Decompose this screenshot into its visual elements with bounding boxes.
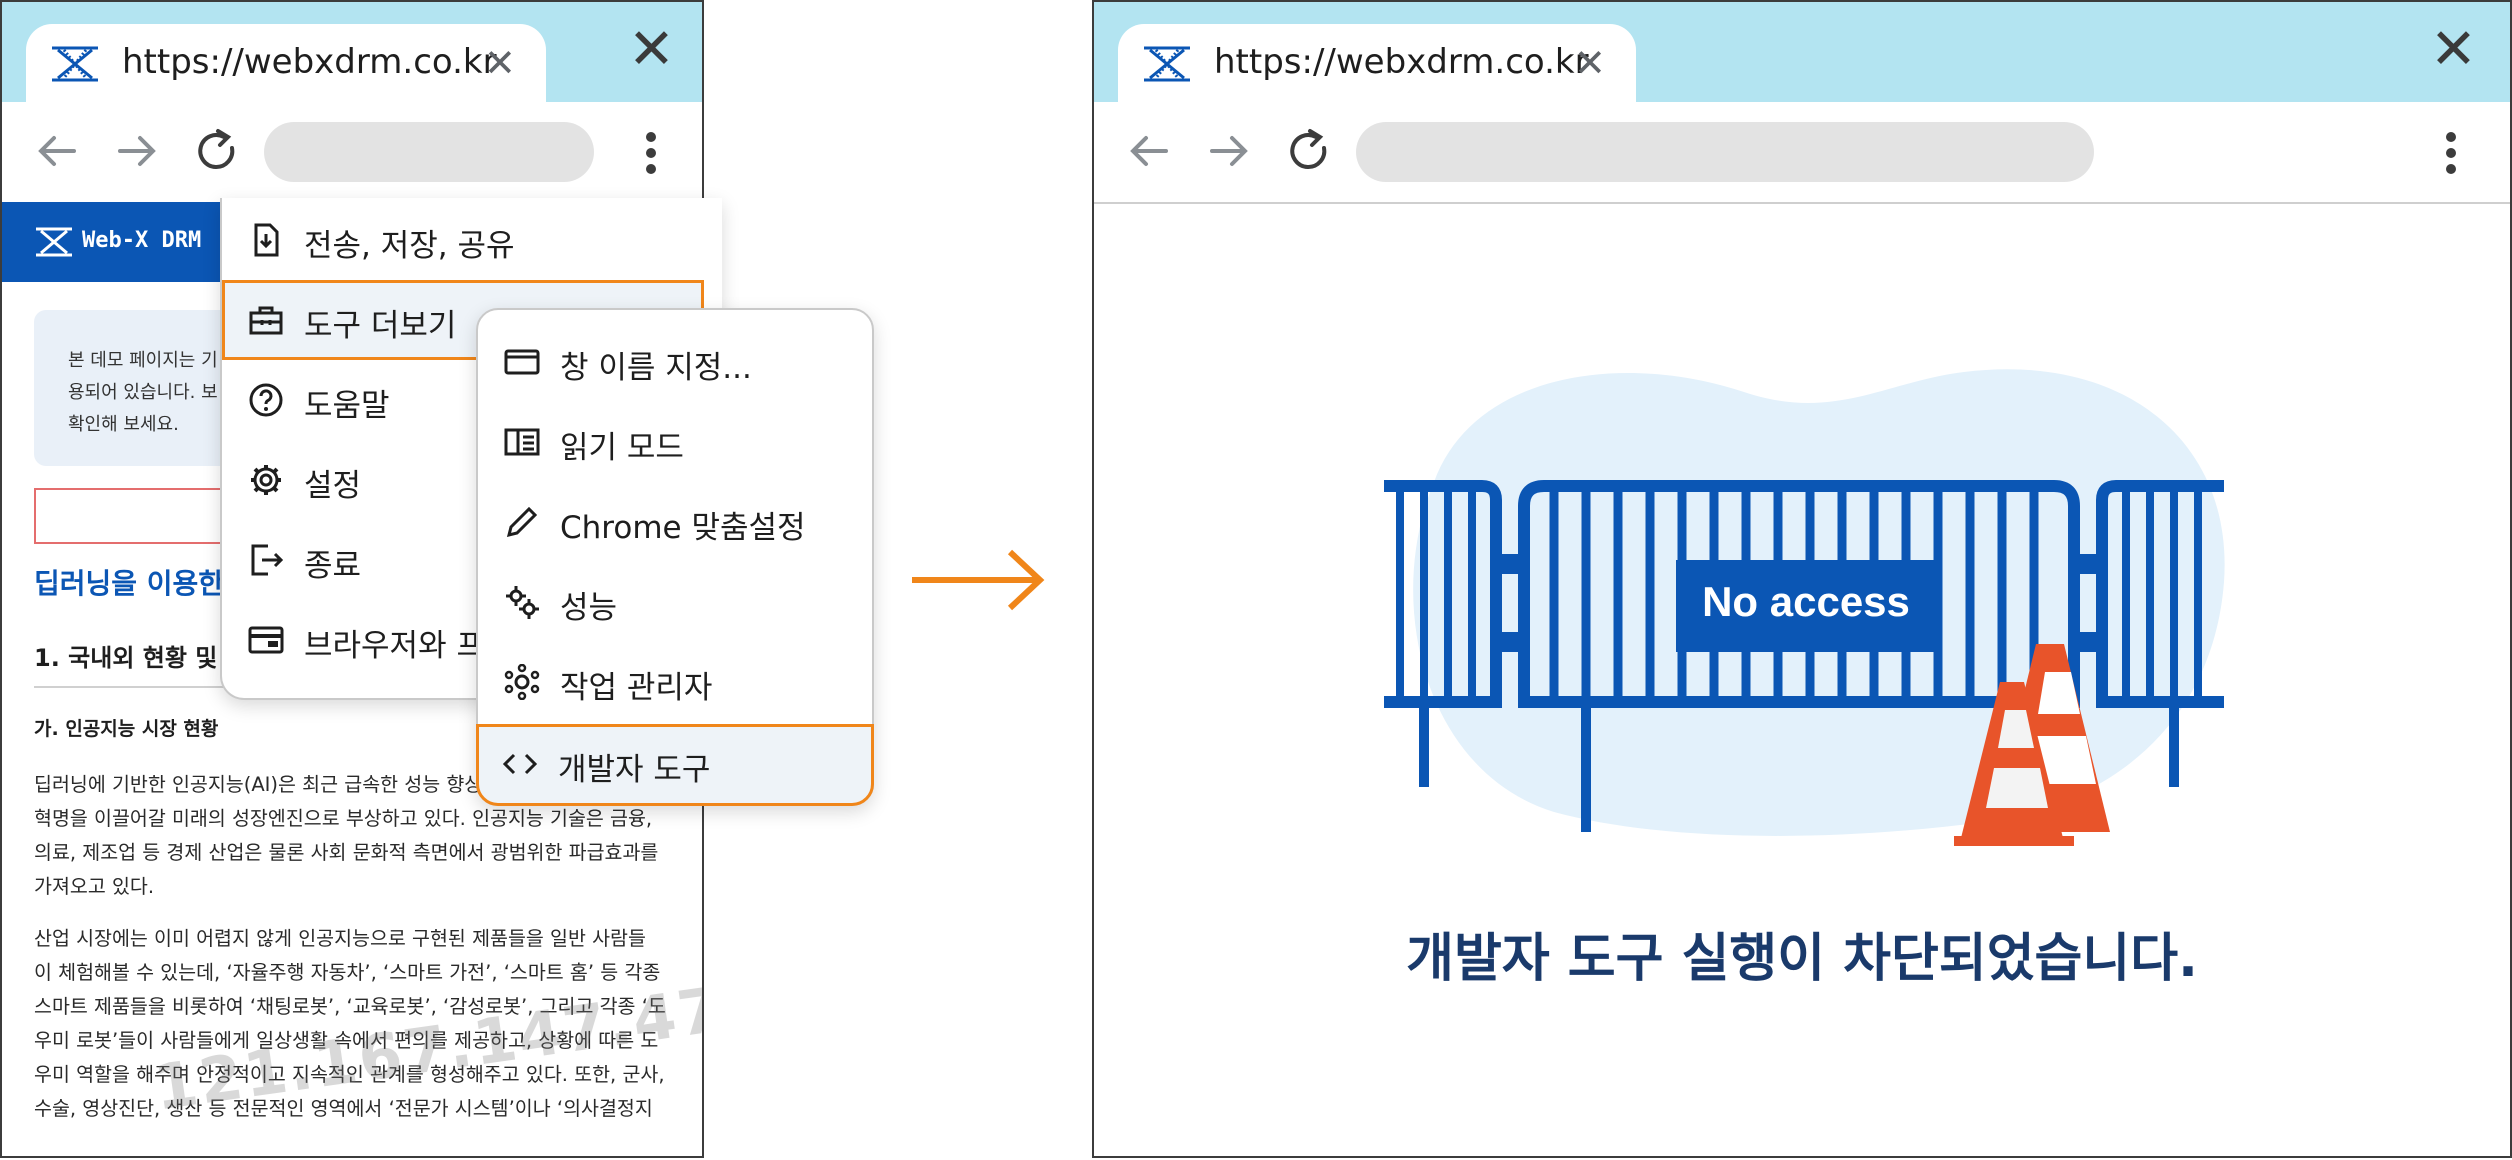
browser-profile-icon (248, 626, 284, 654)
paragraph-line: 의료, 제조업 등 경제 산업은 물론 사회 문화적 측면에서 광범위한 파급효… (34, 841, 659, 864)
address-bar[interactable] (264, 122, 594, 182)
devtools-blocked-message: 개발자 도구 실행이 차단되었습니다. (1406, 929, 2198, 989)
window-close-icon[interactable]: ✕ (2430, 22, 2477, 78)
submenu-item-label: 개발자 도구 (558, 752, 711, 788)
code-icon (502, 753, 538, 775)
paragraph-line: 혁명을 이끌어갈 미래의 성장엔진으로 부상하고 있다. 인공지능 기술은 금융… (34, 807, 653, 830)
help-icon (249, 383, 283, 417)
tab-bar: https://webxdrm.co.kr ✕ ✕ (2, 2, 702, 102)
window-name-icon (504, 349, 540, 375)
notice-line: 용되어 있습니다. 보 (68, 382, 218, 403)
browser-toolbar (2, 102, 702, 204)
pencil-icon (506, 506, 538, 538)
menu-item-label: 설정 (304, 468, 362, 504)
submenu-item-task-manager[interactable]: 작업 관리자 (478, 642, 872, 722)
section-title: 1. 국내외 현황 및 전 (34, 644, 248, 672)
paragraph-line: 가져오고 있다. (34, 875, 155, 898)
submenu-item-developer-tools[interactable]: 개발자 도구 (476, 724, 874, 806)
submenu-item-label: Chrome 맞춤설정 (560, 510, 806, 546)
submenu-item-label: 작업 관리자 (560, 670, 713, 706)
browser-toolbar (1094, 102, 2510, 204)
tab-url: https://webxdrm.co.kr (1214, 42, 1589, 82)
toolbox-icon (249, 306, 283, 335)
reading-mode-icon (504, 428, 540, 456)
forward-arrow-icon[interactable] (114, 128, 160, 174)
submenu-item-performance[interactable]: 성능 (478, 562, 872, 642)
more-menu-icon[interactable] (646, 132, 658, 174)
article-heading: 딥러닝을 이용한 (34, 567, 225, 600)
submenu-item-label: 읽기 모드 (560, 430, 684, 466)
submenu-item-name-window[interactable]: 창 이름 지정... (478, 322, 872, 402)
browser-tab[interactable]: https://webxdrm.co.kr ✕ (1118, 24, 1636, 102)
submenu-item-label: 성능 (560, 590, 618, 626)
subsection-title: 가. 인공지능 시장 현황 (34, 718, 219, 740)
back-arrow-icon[interactable] (34, 128, 80, 174)
menu-item-label: 도움말 (304, 388, 390, 424)
submenu-item-label: 창 이름 지정... (560, 350, 752, 386)
paragraph-line: 이 체험해볼 수 있는데, ‘자율주행 자동차’, ‘스마트 가전’, ‘스마트… (34, 961, 661, 984)
window-close-icon[interactable]: ✕ (628, 22, 675, 78)
menu-item-label: 도구 더보기 (304, 308, 457, 344)
submenu-item-reading-mode[interactable]: 읽기 모드 (478, 402, 872, 482)
transition-arrow-icon (912, 549, 1045, 611)
webxdrm-favicon-icon (52, 46, 98, 82)
task-manager-icon (504, 664, 540, 700)
exit-icon (251, 544, 284, 576)
notice-line: 본 데모 페이지는 기 (68, 350, 218, 371)
no-access-sign-text: No access (1702, 578, 1910, 625)
reload-icon[interactable] (194, 128, 240, 174)
more-menu-icon[interactable] (2446, 132, 2458, 174)
menu-item-send-save-share[interactable]: 전송, 저장, 공유 (222, 200, 722, 280)
site-brand: Web-X DRM (82, 228, 202, 253)
paragraph-line: 딥러닝에 기반한 인공지능(AI)은 최근 급속한 성능 향상 (34, 773, 483, 796)
performance-icon (506, 586, 539, 619)
right-browser-window: https://webxdrm.co.kr ✕ ✕ No access 개발자 … (1092, 0, 2512, 1158)
submenu-item-customize-chrome[interactable]: Chrome 맞춤설정 (478, 482, 872, 562)
forward-arrow-icon[interactable] (1206, 128, 1252, 174)
tab-bar: https://webxdrm.co.kr ✕ ✕ (1094, 2, 2510, 102)
back-arrow-icon[interactable] (1126, 128, 1172, 174)
gear-icon (251, 465, 281, 495)
webx-logo-icon (36, 227, 72, 257)
webxdrm-favicon-icon (1144, 46, 1190, 82)
more-tools-submenu: 창 이름 지정... 읽기 모드 Chrome 맞춤설정 성능 작업 관리자 개… (476, 308, 874, 806)
tab-close-icon[interactable]: ✕ (484, 44, 516, 82)
menu-item-label: 전송, 저장, 공유 (304, 228, 515, 264)
tab-close-icon[interactable]: ✕ (1574, 44, 1606, 82)
save-share-icon (254, 223, 279, 257)
address-bar[interactable] (1356, 122, 2094, 182)
browser-tab[interactable]: https://webxdrm.co.kr ✕ (26, 24, 546, 102)
notice-line: 확인해 보세요. (68, 414, 179, 435)
tab-url: https://webxdrm.co.kr (122, 42, 497, 82)
menu-item-label: 브라우저와 프 (304, 628, 485, 664)
menu-item-label: 종료 (304, 548, 362, 584)
reload-icon[interactable] (1286, 128, 1332, 174)
paragraph-line: 산업 시장에는 이미 어렵지 않게 인공지능으로 구현된 제품들을 일반 사람들 (34, 927, 646, 950)
